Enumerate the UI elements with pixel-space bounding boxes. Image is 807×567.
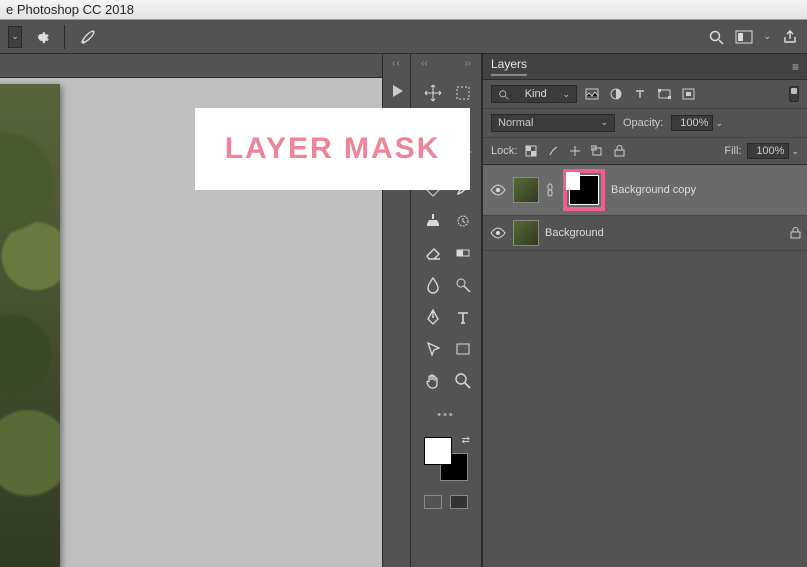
filter-kind-dropdown[interactable]: Kind ⌄ (491, 85, 577, 103)
blend-mode-row: Normal ⌄ Opacity: 100% ⌄ (483, 109, 807, 138)
share-icon[interactable] (781, 28, 799, 46)
gear-icon[interactable] (32, 28, 50, 46)
filter-pixel-icon[interactable] (583, 85, 601, 103)
chevron-down-icon[interactable]: ⌄ (715, 118, 723, 129)
annotation-text: LAYER MASK (225, 132, 441, 166)
lock-pixels-icon[interactable] (545, 143, 561, 159)
fill-label: Fill: (724, 145, 741, 157)
opacity-field[interactable]: 100% (671, 115, 713, 131)
filter-adjust-icon[interactable] (607, 85, 625, 103)
foreground-color-swatch[interactable] (424, 437, 452, 465)
panel-grip-icon[interactable]: ‹‹ (392, 58, 401, 69)
standard-mode-icon[interactable] (424, 495, 442, 509)
lock-transparent-icon[interactable] (523, 143, 539, 159)
chevron-down-icon[interactable]: ⌄ (791, 146, 799, 157)
document-tabstrip[interactable] (0, 54, 382, 78)
chevron-down-icon: ⌄ (562, 89, 570, 100)
zoom-tool-icon[interactable] (451, 369, 475, 393)
lock-icon (790, 227, 801, 239)
move-tool-icon[interactable] (421, 81, 445, 105)
chevron-down-icon: ⌄ (600, 117, 608, 129)
visibility-toggle-icon[interactable] (489, 227, 507, 239)
play-icon[interactable] (389, 83, 405, 99)
panel-grip-icon[interactable]: ‹‹ (421, 58, 428, 69)
annotation-callout: LAYER MASK (195, 108, 470, 190)
filter-kind-label: Kind (525, 88, 547, 100)
layer-name[interactable]: Background (545, 227, 784, 239)
opacity-label: Opacity: (623, 117, 663, 129)
layer-name[interactable]: Background copy (611, 184, 801, 196)
lock-label: Lock: (491, 145, 517, 157)
screen-mode-chevron[interactable]: ⌄ (763, 31, 771, 42)
mask-link-icon[interactable] (545, 183, 557, 197)
shape-tool-icon[interactable] (451, 337, 475, 361)
visibility-toggle-icon[interactable] (489, 184, 507, 196)
filter-toggle[interactable] (789, 86, 799, 102)
path-select-tool-icon[interactable] (421, 337, 445, 361)
pen-tool-icon[interactable] (421, 305, 445, 329)
screen-mode-icon[interactable] (735, 28, 753, 46)
marquee-tool-icon[interactable] (451, 81, 475, 105)
swap-colors-icon[interactable]: ⇄ (462, 435, 470, 446)
search-icon[interactable] (707, 28, 725, 46)
app-title: e Photoshop CC 2018 (6, 2, 134, 17)
brush-icon[interactable] (79, 28, 97, 46)
layer-thumbnail[interactable] (513, 177, 539, 203)
blur-tool-icon[interactable] (421, 273, 445, 297)
document-image (0, 84, 60, 567)
lock-all-icon[interactable] (611, 143, 627, 159)
blend-mode-value: Normal (498, 117, 533, 129)
layer-filter-row: Kind ⌄ (483, 80, 807, 109)
blend-mode-dropdown[interactable]: Normal ⌄ (491, 114, 615, 132)
type-tool-icon[interactable] (451, 305, 475, 329)
lock-artboard-icon[interactable] (589, 143, 605, 159)
layer-thumbnail[interactable] (513, 220, 539, 246)
layer-list: Background copy Background (483, 165, 807, 567)
mask-highlight (563, 169, 605, 211)
panel-grip-icon[interactable]: ›› (464, 58, 471, 69)
panel-menu-icon[interactable]: ≡ (792, 60, 799, 74)
fill-field[interactable]: 100% (747, 143, 789, 159)
clone-tool-icon[interactable] (421, 209, 445, 233)
hand-tool-icon[interactable] (421, 369, 445, 393)
lock-row: Lock: Fill: 100% ⌄ (483, 138, 807, 165)
eraser-tool-icon[interactable] (421, 241, 445, 265)
filter-shape-icon[interactable] (655, 85, 673, 103)
color-swatches[interactable]: ⇄ (424, 437, 468, 481)
layers-panel: Layers ≡ Kind ⌄ Normal ⌄ Opacity: 100% (482, 54, 807, 567)
layer-row[interactable]: Background (483, 216, 807, 251)
titlebar: e Photoshop CC 2018 (0, 0, 807, 20)
filter-type-icon[interactable] (631, 85, 649, 103)
lock-position-icon[interactable] (567, 143, 583, 159)
options-bar: ⌄ ⌄ (0, 20, 807, 54)
search-icon (498, 89, 509, 100)
dodge-tool-icon[interactable] (451, 273, 475, 297)
divider (64, 25, 65, 49)
history-brush-tool-icon[interactable] (451, 209, 475, 233)
layers-tab[interactable]: Layers (491, 57, 527, 76)
quickmask-mode-icon[interactable] (450, 495, 468, 509)
layer-row[interactable]: Background copy (483, 165, 807, 216)
mask-thumbnail[interactable] (569, 175, 599, 205)
tool-preset-chevron[interactable]: ⌄ (8, 26, 22, 48)
gradient-tool-icon[interactable] (451, 241, 475, 265)
tool-overflow-icon[interactable]: ••• (411, 405, 481, 431)
filter-smart-icon[interactable] (679, 85, 697, 103)
